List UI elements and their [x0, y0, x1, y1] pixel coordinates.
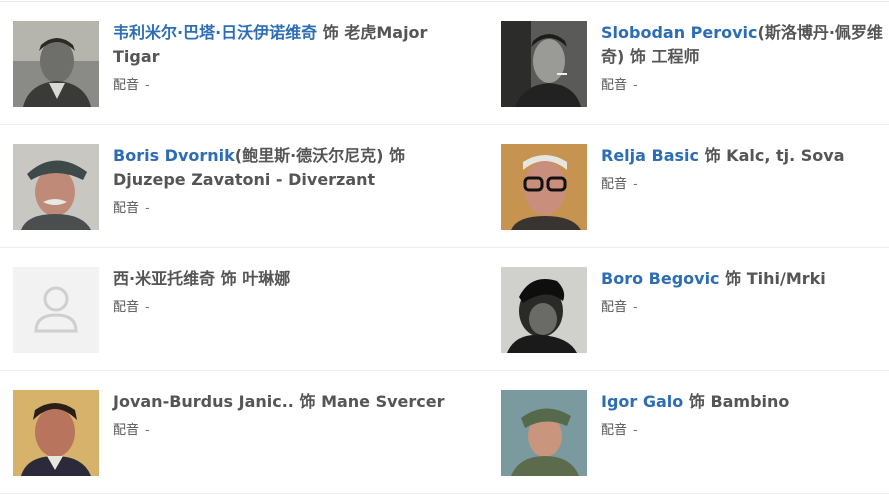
cast-item: Boris Dvornik(鲍里斯·德沃尔尼克) 饰 Djuzepe Zavat…: [13, 125, 473, 247]
cast-row: Jovan-Burdus Janic.. 饰 Mane Svercer 配音-: [0, 371, 889, 494]
actor-name-link[interactable]: Igor Galo: [601, 392, 683, 411]
cast-title: Slobodan Perovic(斯洛博丹·佩罗维奇) 饰 工程师: [601, 21, 886, 69]
actor-photo[interactable]: [501, 267, 587, 353]
actor-name-link[interactable]: 韦利米尔·巴塔·日沃伊诺维奇: [113, 23, 317, 42]
dub-label: 配音: [601, 423, 628, 438]
actor-photo[interactable]: [501, 144, 587, 230]
dub-label: 配音: [113, 78, 140, 93]
cast-item: Slobodan Perovic(斯洛博丹·佩罗维奇) 饰 工程师 配音 -: [501, 2, 886, 124]
cast-title: Relja Basic 饰 Kalc, tj. Sova: [601, 144, 886, 168]
role-separator: 饰: [725, 269, 742, 288]
placeholder-avatar[interactable]: [13, 267, 99, 353]
actor-photo[interactable]: [13, 144, 99, 230]
actor-name-link[interactable]: Relja Basic: [601, 146, 699, 165]
dub-label: 配音: [113, 300, 140, 315]
dub-line: 配音 -: [601, 422, 886, 440]
cast-item: Boro Begovic 饰 Tihi/Mrki 配音 -: [501, 248, 886, 370]
dub-value: -: [633, 177, 638, 192]
role-name: Kalc, tj. Sova: [726, 146, 845, 165]
role-separator: 饰: [220, 269, 237, 288]
cast-title: 韦利米尔·巴塔·日沃伊诺维奇 饰 老虎Major Tigar: [113, 21, 473, 69]
dub-line: 配音 -: [113, 299, 473, 317]
role-separator: 饰: [389, 146, 406, 165]
cast-title: Boro Begovic 饰 Tihi/Mrki: [601, 267, 886, 291]
actor-photo[interactable]: [501, 21, 587, 107]
cast-title: Igor Galo 饰 Bambino: [601, 390, 886, 414]
dub-value: -: [145, 423, 150, 438]
cast-item: Igor Galo 饰 Bambino 配音 -: [501, 371, 886, 493]
dub-value: -: [633, 78, 638, 93]
dub-line: 配音 -: [601, 299, 886, 317]
role-name: 工程师: [651, 47, 700, 66]
dub-value: -: [145, 201, 150, 216]
role-separator: 饰: [704, 146, 721, 165]
cast-item: Jovan-Burdus Janic.. 饰 Mane Svercer 配音 -: [13, 371, 473, 493]
role-separator: 饰: [688, 392, 705, 411]
actor-name-link[interactable]: Boris Dvornik: [113, 146, 235, 165]
role-separator: 饰: [629, 47, 646, 66]
role-name: Tihi/Mrki: [746, 269, 826, 288]
dub-label: 配音: [601, 177, 628, 192]
dub-label: 配音: [601, 78, 628, 93]
cast-row: Boris Dvornik(鲍里斯·德沃尔尼克) 饰 Djuzepe Zavat…: [0, 125, 889, 248]
role-name: 叶琳娜: [242, 269, 291, 288]
cast-row: 韦利米尔·巴塔·日沃伊诺维奇 饰 老虎Major Tigar 配音 - Slob…: [0, 2, 889, 125]
role-name: Bambino: [710, 392, 790, 411]
actor-photo[interactable]: [13, 390, 99, 476]
dub-value: -: [145, 300, 150, 315]
cast-item: Relja Basic 饰 Kalc, tj. Sova 配音 -: [501, 125, 886, 247]
cast-item: 韦利米尔·巴塔·日沃伊诺维奇 饰 老虎Major Tigar 配音 -: [13, 2, 473, 124]
actor-name: Jovan-Burdus Janic..: [113, 392, 294, 411]
role-separator: 饰: [299, 392, 316, 411]
role-name: Mane Svercer: [321, 392, 445, 411]
dub-label: 配音: [601, 300, 628, 315]
dub-label: 配音: [113, 201, 140, 216]
cast-row: 西·米亚托维奇 饰 叶琳娜 配音 - Boro Begovic 饰 Tihi/M…: [0, 248, 889, 371]
cast-title: 西·米亚托维奇 饰 叶琳娜: [113, 267, 473, 291]
dub-line: 配音 -: [113, 200, 473, 218]
cast-title: Boris Dvornik(鲍里斯·德沃尔尼克) 饰 Djuzepe Zavat…: [113, 144, 473, 192]
dub-value: -: [633, 300, 638, 315]
actor-name: 西·米亚托维奇: [113, 269, 216, 288]
actor-name-link[interactable]: Boro Begovic: [601, 269, 720, 288]
actor-name-link[interactable]: Slobodan Perovic: [601, 23, 758, 42]
actor-photo[interactable]: [13, 21, 99, 107]
actor-name-extra: (鲍里斯·德沃尔尼克): [234, 146, 384, 165]
role-name: Djuzepe Zavatoni - Diverzant: [113, 170, 376, 189]
dub-line: 配音 -: [113, 77, 473, 95]
role-separator: 饰: [322, 23, 339, 42]
cast-title: Jovan-Burdus Janic.. 饰 Mane Svercer: [113, 390, 473, 414]
dub-value: -: [633, 423, 638, 438]
actor-photo[interactable]: [501, 390, 587, 476]
dub-value: -: [145, 78, 150, 93]
dub-line: 配音 -: [113, 422, 473, 440]
cast-grid: 韦利米尔·巴塔·日沃伊诺维奇 饰 老虎Major Tigar 配音 - Slob…: [0, 2, 889, 494]
dub-label: 配音: [113, 423, 140, 438]
cast-item: 西·米亚托维奇 饰 叶琳娜 配音 -: [13, 248, 473, 370]
dub-line: 配音 -: [601, 77, 886, 95]
dub-line: 配音 -: [601, 176, 886, 194]
